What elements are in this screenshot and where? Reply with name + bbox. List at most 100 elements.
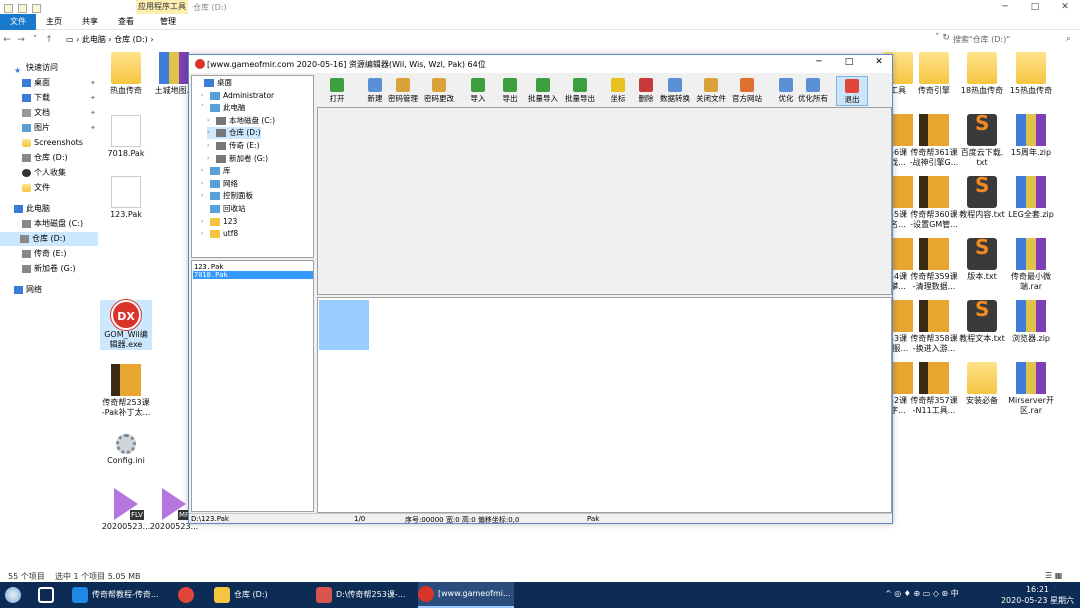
task-view-icon[interactable] <box>38 582 62 608</box>
app-maximize-button[interactable]: □ <box>837 57 861 67</box>
file-item[interactable]: Mirserver开 区.rar <box>1005 362 1057 416</box>
file-item[interactable]: 安装必备 <box>956 362 1008 406</box>
taskbar-item-resource-editor[interactable]: [www.gameofmi... <box>418 582 514 608</box>
file-item[interactable]: FLV 20200523... <box>100 488 152 532</box>
tree-node[interactable]: › 传奇 (E:) <box>207 140 260 152</box>
image-preview-pane[interactable] <box>317 297 892 513</box>
file-item[interactable]: 7018.Pak <box>100 115 152 159</box>
expand-arrow-icon[interactable]: › <box>201 228 207 240</box>
nav-drive-d[interactable]: 仓库 (D:) <box>22 151 68 165</box>
properties-icon[interactable] <box>18 3 27 13</box>
nav-documents[interactable]: 文档 <box>22 106 50 120</box>
taskbar-item-chrome[interactable] <box>178 582 204 608</box>
file-item[interactable]: 百度云下载. txt <box>956 114 1008 168</box>
toolbar-button[interactable]: 导出 <box>492 76 528 106</box>
nav-drive-c[interactable]: 本地磁盘 (C:) <box>22 217 83 231</box>
nav-network[interactable]: 网络 <box>14 283 42 297</box>
file-item[interactable]: Config.ini <box>100 428 152 466</box>
file-item[interactable]: 教程内容.txt <box>956 176 1008 220</box>
toolbar-button[interactable]: 批量导出 <box>562 76 598 106</box>
pak-file-item[interactable]: 123.Pak <box>193 263 313 271</box>
file-item[interactable]: 15热血传奇 <box>1005 52 1057 96</box>
clock[interactable]: 16:21 2020-05-23 星期六 <box>1000 584 1075 606</box>
tab-home[interactable]: 主页 <box>36 14 72 30</box>
toolbar-button[interactable]: 官方网站 <box>729 76 765 106</box>
tree-node[interactable]: › 库 <box>201 165 231 177</box>
nav-drive-d-selected[interactable]: 仓库 (D:) <box>0 232 98 246</box>
breadcrumb[interactable]: ▭ › 此电脑 › 仓库 (D:) › <box>66 34 154 45</box>
tree-node[interactable]: › 123 <box>201 216 237 228</box>
expand-arrow-icon[interactable]: › <box>201 165 207 177</box>
nav-this-pc[interactable]: 此电脑 <box>14 202 50 216</box>
file-item[interactable]: 传奇帮357课 -N11工具... <box>908 362 960 416</box>
toolbar-button[interactable]: 关闭文件 <box>693 76 729 106</box>
toolbar-button[interactable]: 导入 <box>460 76 496 106</box>
file-item[interactable]: 传奇帮358课 -换进入游... <box>908 300 960 354</box>
nav-personal[interactable]: 个人收集 <box>22 166 66 180</box>
context-tab[interactable]: 应用程序工具 <box>136 0 188 14</box>
breadcrumb-this-pc[interactable]: 此电脑 <box>82 35 106 44</box>
file-item[interactable]: 版本.txt <box>956 238 1008 282</box>
expand-arrow-icon[interactable]: › <box>207 153 213 165</box>
tab-share[interactable]: 共享 <box>72 14 108 30</box>
file-list[interactable]: 123.Pak 7018.Pak <box>191 260 314 512</box>
expand-arrow-icon[interactable]: › <box>201 90 207 102</box>
nav-drive-e[interactable]: 传奇 (E:) <box>22 247 67 261</box>
file-item[interactable]: 15周年.zip <box>1005 114 1057 158</box>
tree-node[interactable]: 回收站 <box>201 203 246 215</box>
nav-files[interactable]: 文件 <box>22 181 50 195</box>
expand-arrow-icon[interactable]: › <box>207 115 213 127</box>
new-folder-icon[interactable] <box>32 3 41 13</box>
app-close-button[interactable]: ✕ <box>867 57 891 67</box>
maximize-button[interactable]: □ <box>1020 0 1050 14</box>
tree-node[interactable]: › 新加卷 (G:) <box>207 153 268 165</box>
nav-desktop[interactable]: 桌面 <box>22 76 50 90</box>
forward-icon[interactable]: → <box>14 35 28 45</box>
details-view-icon[interactable]: ☰ ▦ <box>1045 571 1062 580</box>
search-input[interactable]: 搜索"仓库 (D:)" <box>950 32 1070 48</box>
expand-arrow-icon[interactable]: ˅ <box>201 102 207 114</box>
expand-arrow-icon[interactable]: › <box>207 140 213 152</box>
nav-drive-g[interactable]: 新加卷 (G:) <box>22 262 76 276</box>
tree-node[interactable]: › Administrator <box>201 90 274 102</box>
nav-downloads[interactable]: 下载 <box>22 91 50 105</box>
toolbar-button[interactable]: 退出 <box>836 76 868 106</box>
toolbar-button[interactable]: 打开 <box>319 76 355 106</box>
toolbar-button[interactable]: 密码更改 <box>421 76 457 106</box>
expand-arrow-icon[interactable]: › <box>201 216 207 228</box>
file-item[interactable]: 教程文本.txt <box>956 300 1008 344</box>
taskbar-item-explorer[interactable]: 仓库 (D:) <box>214 582 310 608</box>
file-item[interactable]: DX GOM_Wil编 辑器.exe <box>100 300 152 350</box>
tab-view[interactable]: 查看 <box>108 14 144 30</box>
tree-node[interactable]: › 网络 <box>201 178 238 190</box>
file-item[interactable]: 传奇帮360课 -设置GM管... <box>908 176 960 230</box>
minimize-button[interactable]: ─ <box>990 0 1020 14</box>
up-icon[interactable]: ↑ <box>42 35 56 45</box>
tab-manage[interactable]: 管理 <box>150 14 186 30</box>
taskbar-item-edge[interactable]: 传奇帮教程-传奇... <box>72 582 172 608</box>
tree-node[interactable]: › 仓库 (D:) <box>207 127 261 140</box>
file-item[interactable]: LEG全套.zip <box>1005 176 1057 220</box>
tree-node[interactable]: ˅ 此电脑 <box>201 102 246 114</box>
file-item[interactable]: 热血传奇 <box>100 52 152 96</box>
expand-arrow-icon[interactable]: › <box>201 178 207 190</box>
nav-screenshots[interactable]: Screenshots <box>22 136 83 150</box>
pak-file-item[interactable]: 7018.Pak <box>193 271 313 279</box>
tree-node[interactable]: › 本地磁盘 (C:) <box>207 115 275 127</box>
nav-pictures[interactable]: 图片 <box>22 121 50 135</box>
file-item[interactable]: 浏览器.zip <box>1005 300 1057 344</box>
tree-node[interactable]: 桌面 <box>195 77 232 89</box>
file-item[interactable]: 传奇引擎 <box>908 52 960 96</box>
toolbar-button[interactable]: 优化所有 <box>795 76 831 106</box>
file-item[interactable]: 传奇帮361课 -战神引擎G... <box>908 114 960 168</box>
expand-arrow-icon[interactable]: › <box>201 190 207 202</box>
folder-tree[interactable]: 桌面 › Administrator ˅ 此电脑 › 本地磁盘 (C:) › 仓库 (D:) › 传… <box>191 75 314 258</box>
app-minimize-button[interactable]: ─ <box>807 57 831 67</box>
start-button[interactable] <box>5 587 21 603</box>
system-tray[interactable]: ^ ◎ ♦ ⊕ ▭ ◇ ⊛ 中 <box>885 588 959 599</box>
file-item[interactable]: 传奇帮253课 -Pak补丁太... <box>100 364 152 418</box>
back-icon[interactable]: ← <box>0 35 14 45</box>
nav-quick-access[interactable]: ★ 快速访问 <box>14 61 58 75</box>
file-item[interactable]: 18热血传奇 <box>956 52 1008 96</box>
file-item[interactable]: 123.Pak <box>100 176 152 220</box>
